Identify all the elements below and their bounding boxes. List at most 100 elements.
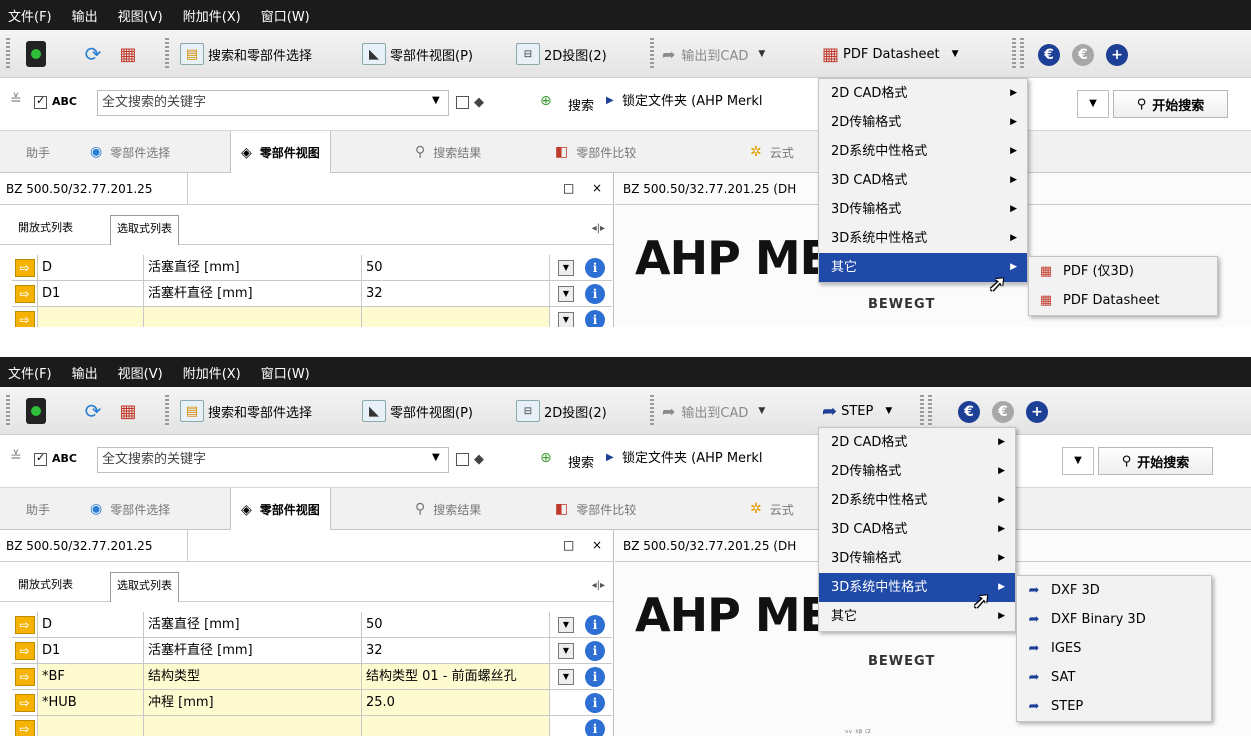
arrow-right-icon[interactable]: ⇨ <box>14 641 35 660</box>
scroll-arrows-icon[interactable]: ◂|▸ <box>592 223 605 234</box>
arrow-right-icon[interactable]: ⇨ <box>14 258 35 277</box>
menu-view[interactable]: 视图(V) <box>118 6 163 25</box>
refresh-icon[interactable]: ⟳ <box>80 41 106 67</box>
euro-icon[interactable]: € <box>1038 44 1060 66</box>
fulltext-search-input[interactable]: 全文搜索的关键字 <box>97 447 449 473</box>
menu-window[interactable]: 窗口(W) <box>261 6 310 25</box>
submenu-item-pdf-datasheet[interactable]: ▦ PDF Datasheet <box>1029 286 1217 315</box>
tab-part-compare[interactable]: ◧ 零部件比较 <box>545 488 646 530</box>
table-row[interactable]: ⇨ D1 活塞杆直径 [mm] 32 ▼ i <box>12 638 612 664</box>
search-select-button[interactable]: ▤ 搜索和零部件选择 <box>180 40 312 68</box>
param-value[interactable]: 32 <box>362 638 550 663</box>
info-icon[interactable]: i <box>585 614 605 635</box>
lock-folder-field[interactable]: 锁定文件夹 (AHP Merkl <box>622 447 818 473</box>
menu-addons[interactable]: 附加件(X) <box>183 363 241 382</box>
arrow-right-icon[interactable]: ⇨ <box>14 719 35 736</box>
toolbar-grip[interactable] <box>6 395 10 425</box>
menu-output[interactable]: 输出 <box>72 6 98 25</box>
export-icon[interactable]: ▦ <box>115 398 141 424</box>
menu-view[interactable]: 视图(V) <box>118 363 163 382</box>
menu-file[interactable]: 文件(F) <box>8 363 52 382</box>
menu-item-2d-neutral[interactable]: 2D系统中性格式 ▶ <box>819 486 1015 515</box>
menu-output[interactable]: 输出 <box>72 363 98 382</box>
toolbar-grip[interactable] <box>1012 38 1016 68</box>
tab-part-view[interactable]: ◈ 零部件视图 <box>230 131 331 174</box>
tab-cloud[interactable]: ✲ 云式 <box>740 488 804 530</box>
submenu-item-dxf-binary-3d[interactable]: ➦ DXF Binary 3D <box>1017 605 1211 634</box>
param-value[interactable]: 50 <box>362 255 550 280</box>
subtab-select-list[interactable]: 选取式列表 <box>110 215 179 245</box>
arrow-right-icon[interactable]: ⇨ <box>14 693 35 712</box>
format-dropdown[interactable]: ➦ STEP ▼ <box>822 397 892 425</box>
plus-icon[interactable]: + <box>1106 44 1128 66</box>
submenu-item-iges[interactable]: ➦ IGES <box>1017 634 1211 663</box>
chevron-down-icon[interactable]: ▼ <box>558 616 574 633</box>
subtab-select-list[interactable]: 选取式列表 <box>110 572 179 602</box>
subtab-open-list[interactable]: 開放式列表 <box>12 215 79 239</box>
start-search-button[interactable]: ⚲ 开始搜索 <box>1098 447 1213 475</box>
submenu-item-step[interactable]: ➦ STEP <box>1017 692 1211 721</box>
chevron-down-icon[interactable]: ▼ <box>432 452 440 463</box>
menu-item-2d-neutral[interactable]: 2D系统中性格式 ▶ <box>819 137 1027 166</box>
arrow-right-icon[interactable]: ⇨ <box>14 667 35 686</box>
close-icon[interactable]: × <box>592 538 602 552</box>
table-row[interactable]: ⇨ D 活塞直径 [mm] 50 ▼ i <box>12 255 612 281</box>
tab-search-results[interactable]: ⚲ 搜索结果 <box>405 488 491 530</box>
plus-green-icon[interactable]: ⊕ <box>540 93 552 109</box>
search-scope-dropdown[interactable]: ▼ <box>1077 90 1109 118</box>
chevron-down-icon[interactable]: ▼ <box>558 259 574 276</box>
tab-part-select[interactable]: ◉ 零部件选择 <box>80 131 180 173</box>
abc-checkbox[interactable] <box>34 451 47 467</box>
tab-part-view[interactable]: ◈ 零部件视图 <box>230 488 331 531</box>
maximize-icon[interactable]: □ <box>563 181 574 195</box>
toolbar-grip[interactable] <box>6 38 10 68</box>
tab-assistant[interactable]: 助手 <box>16 488 60 530</box>
start-search-button[interactable]: ⚲ 开始搜索 <box>1113 90 1228 118</box>
euro-icon[interactable]: € <box>958 401 980 423</box>
submenu-item-sat[interactable]: ➦ SAT <box>1017 663 1211 692</box>
table-row[interactable]: ⇨ D1 活塞杆直径 [mm] 32 ▼ i <box>12 281 612 307</box>
maximize-icon[interactable]: □ <box>563 538 574 552</box>
menu-item-2d-cad[interactable]: 2D CAD格式 ▶ <box>819 79 1027 108</box>
tab-assistant[interactable]: 助手 <box>16 131 60 173</box>
search-label[interactable]: 搜索 <box>568 95 594 114</box>
menu-item-2d-transfer[interactable]: 2D传输格式 ▶ <box>819 108 1027 137</box>
search-select-button[interactable]: ▤ 搜索和零部件选择 <box>180 397 312 425</box>
collapse-chevron-icon[interactable]: ≚ <box>10 92 22 108</box>
euro-disabled-icon[interactable]: € <box>992 401 1014 423</box>
menu-item-2d-transfer[interactable]: 2D传输格式 ▶ <box>819 457 1015 486</box>
menu-file[interactable]: 文件(F) <box>8 6 52 25</box>
param-value[interactable]: 50 <box>362 612 550 637</box>
info-icon[interactable]: i <box>585 718 605 736</box>
export-cad-button[interactable]: ➦ 输出到CAD ▼ <box>662 397 765 425</box>
toolbar-grip[interactable] <box>165 395 169 425</box>
lock-folder-field[interactable]: 锁定文件夹 (AHP Merkl <box>622 90 818 116</box>
traffic-light-icon[interactable] <box>26 41 46 67</box>
toolbar-grip[interactable] <box>165 38 169 68</box>
collapse-chevron-icon[interactable]: ≚ <box>10 449 22 465</box>
plus-icon[interactable]: + <box>1026 401 1048 423</box>
toolbar-grip[interactable] <box>920 395 924 425</box>
menu-item-3d-neutral[interactable]: 3D系统中性格式 ▶ <box>819 224 1027 253</box>
toolbar-grip[interactable] <box>650 395 654 425</box>
table-row[interactable]: ⇨ ▼ i <box>12 307 612 327</box>
info-icon[interactable]: i <box>585 283 605 304</box>
menu-item-3d-cad[interactable]: 3D CAD格式 ▶ <box>819 515 1015 544</box>
part-number[interactable]: BZ 500.50/32.77.201.25 <box>6 529 188 562</box>
arrow-right-icon[interactable]: ⇨ <box>14 284 35 303</box>
tab-part-select[interactable]: ◉ 零部件选择 <box>80 488 180 530</box>
menu-item-3d-transfer[interactable]: 3D传输格式 ▶ <box>819 544 1015 573</box>
projection-button[interactable]: ⊟ 2D投图(2) <box>516 40 607 68</box>
tab-cloud[interactable]: ✲ 云式 <box>740 131 804 173</box>
menu-item-3d-transfer[interactable]: 3D传输格式 ▶ <box>819 195 1027 224</box>
table-row[interactable]: ⇨ D 活塞直径 [mm] 50 ▼ i <box>12 612 612 638</box>
submenu-item-dxf-3d[interactable]: ➦ DXF 3D <box>1017 576 1211 605</box>
menu-item-2d-cad[interactable]: 2D CAD格式 ▶ <box>819 428 1015 457</box>
tab-search-results[interactable]: ⚲ 搜索结果 <box>405 131 491 173</box>
euro-disabled-icon[interactable]: € <box>1072 44 1094 66</box>
search-scope-dropdown[interactable]: ▼ <box>1062 447 1094 475</box>
info-icon[interactable]: i <box>585 257 605 278</box>
param-value[interactable]: 结构类型 01 - 前面螺丝孔 <box>362 664 550 689</box>
format-dropdown[interactable]: ▦ PDF Datasheet ▼ <box>822 40 959 68</box>
info-icon[interactable]: i <box>585 692 605 713</box>
